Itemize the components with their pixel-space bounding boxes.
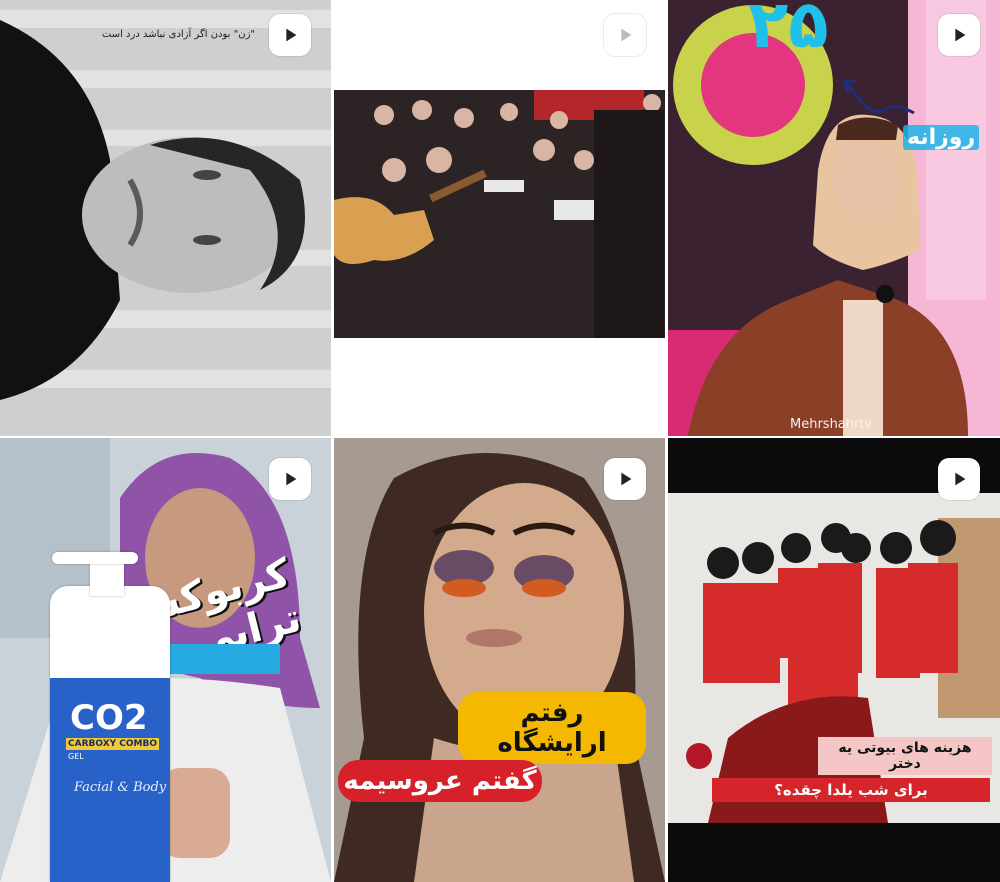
daily-label: روزانه [903, 125, 980, 150]
product-bottle: CO2 CARBOXY COMBO GEL Facial & Body [50, 586, 170, 882]
play-badge-1[interactable] [269, 14, 311, 56]
reel-thumbnail-3 [668, 0, 1000, 436]
play-icon [286, 472, 297, 486]
play-icon [621, 472, 632, 486]
play-icon [621, 28, 632, 42]
daily-count-number: ۲۵ [748, 0, 829, 63]
reel-thumbnail-1 [0, 0, 331, 436]
reel-tile-6[interactable]: هزینه های بیوتی یه دختر برای شب یلدا چقد… [668, 438, 1000, 882]
play-badge-2[interactable] [604, 14, 646, 56]
reel-thumbnail-6 [668, 438, 1000, 882]
curved-arrow-icon [842, 78, 915, 115]
product-subtitle: CARBOXY COMBO [66, 738, 160, 750]
play-icon [286, 28, 297, 42]
channel-watermark: Mehrshahrtv [790, 417, 873, 432]
play-icon [955, 472, 966, 486]
makeup-caption-line2: گفتم عروسیمه [338, 760, 542, 802]
play-badge-5[interactable] [604, 458, 646, 500]
reel-tile-5[interactable]: رفتم ارایشگاه گفتم عروسیمه [334, 438, 665, 882]
play-badge-4[interactable] [269, 458, 311, 500]
reel-tile-3[interactable]: ۲۵ روزانه Mehrshahrtv [668, 0, 1000, 436]
product-gel: GEL [68, 752, 84, 761]
reel-tile-2[interactable] [334, 0, 665, 436]
reel-thumbnail-5 [334, 438, 665, 882]
beauty-cost-line2: برای شب یلدا چقده؟ [712, 778, 990, 802]
play-badge-6[interactable] [938, 458, 980, 500]
bottle-nozzle [52, 552, 138, 564]
reel-thumbnail-2 [334, 0, 665, 436]
beauty-cost-line1: هزینه های بیوتی یه دختر [818, 737, 992, 775]
play-icon [955, 28, 966, 42]
pomegranate-icon [686, 743, 712, 769]
reel-tile-1[interactable]: "زن" بودن اگر آزادی نباشد درد است [0, 0, 331, 436]
product-name: CO2 [70, 698, 148, 738]
reel-caption-1: "زن" بودن اگر آزادی نباشد درد است [101, 29, 255, 40]
product-script: Facial & Body [74, 780, 167, 795]
makeup-caption-line1: رفتم ارایشگاه [458, 692, 646, 764]
play-badge-3[interactable] [938, 14, 980, 56]
reel-tile-4[interactable]: کربوکسی تراپی CO2 CARBOXY COMBO GEL Faci… [0, 438, 331, 882]
